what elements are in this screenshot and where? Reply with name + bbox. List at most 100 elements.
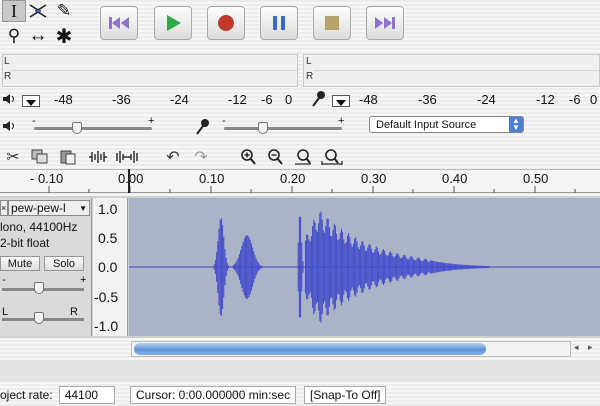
amplitude-tick-label: 1.0 [98, 201, 118, 217]
selection-tool-icon: I [11, 0, 17, 21]
undo-button[interactable]: ↶ [160, 145, 186, 169]
fit-project-icon [321, 149, 343, 165]
cursor-status: Cursor: 0:00.000000 min:sec [130, 386, 297, 404]
amplitude-tick-label: 0.5 [98, 230, 118, 246]
waveform-display[interactable] [129, 198, 600, 336]
record-scale-label: 0 [590, 92, 598, 107]
output-slider-max-label: + [148, 115, 155, 127]
track-menu-arrow-icon: ▼ [79, 203, 87, 213]
track-gain-thumb[interactable] [34, 282, 44, 294]
record-scale-label: -36 [418, 92, 437, 107]
input-volume-thumb[interactable] [258, 122, 268, 134]
record-scale-label: -12 [536, 92, 555, 107]
playback-scale-label: -6 [261, 92, 273, 107]
cut-button[interactable]: ✂ [0, 145, 26, 169]
output-volume-thumb[interactable] [72, 122, 82, 134]
paste-button[interactable] [55, 145, 81, 169]
track-name: pew-pew-l [11, 201, 66, 215]
scrollbar-thumb[interactable] [134, 343, 486, 355]
play-button[interactable] [154, 6, 192, 40]
fit-project-button[interactable] [319, 145, 345, 169]
playback-meter-right-label: R [4, 71, 12, 82]
record-meter-divider [314, 70, 599, 71]
track-info-line2: 2-bit float [0, 236, 50, 250]
playback-scale-label: -48 [54, 92, 73, 107]
scissors-icon: ✂ [6, 149, 20, 166]
playback-meter-divider [11, 70, 297, 71]
skip-to-end-button[interactable] [366, 6, 404, 40]
scroll-right-arrow-icon[interactable]: ▸ [588, 342, 593, 353]
ruler-label: 0.50 [523, 171, 549, 186]
project-rate-field[interactable]: 44100 [58, 386, 115, 404]
playhead-marker[interactable] [128, 169, 130, 193]
track-name-menu[interactable]: pew-pew-l ▼ [8, 200, 90, 216]
record-scale-label: -24 [477, 92, 496, 107]
zoom-out-icon [268, 149, 283, 165]
skip-to-start-button[interactable] [100, 6, 138, 40]
track-close-button[interactable]: × [0, 200, 8, 216]
zoom-tool-button[interactable]: ⚲ [2, 25, 26, 47]
select-arrows-icon: ▲ ▼ [509, 117, 523, 132]
record-meter-menu-button[interactable] [332, 95, 350, 107]
record-meter-left-label: L [306, 56, 312, 67]
track-control-panel[interactable]: × pew-pew-l ▼ lono, 44100Hz 2-bit float … [0, 198, 92, 336]
zoom-in-button[interactable] [235, 145, 261, 169]
stop-button[interactable] [313, 6, 351, 40]
record-meter[interactable]: L R [303, 54, 600, 87]
microphone-icon [312, 91, 325, 107]
draw-tool-button[interactable]: ✎ [52, 0, 76, 22]
copy-button[interactable] [27, 145, 53, 169]
project-rate-area: oject rate: 44100 [0, 386, 115, 404]
solo-button[interactable]: Solo [44, 256, 84, 271]
playback-scale-label: -24 [170, 92, 189, 107]
track-area-divider [0, 360, 600, 382]
input-slider-max-label: + [338, 115, 345, 127]
magnifier-icon: ⚲ [7, 26, 21, 45]
ruler-label: 0.00 [118, 171, 144, 186]
selection-tool-button[interactable]: I [2, 0, 26, 22]
mute-label: Mute [7, 257, 33, 270]
playback-meter-menu-button[interactable] [22, 95, 40, 107]
copy-icon [31, 149, 48, 164]
ruler-label: 0.30 [361, 171, 387, 186]
zoom-out-button[interactable] [262, 145, 288, 169]
snap-to-text[interactable]: [Snap-To Off] [304, 386, 387, 404]
redo-button[interactable]: ↷ [188, 145, 214, 169]
input-volume-slider[interactable] [224, 127, 342, 130]
silence-button[interactable] [114, 145, 140, 169]
input-source-select[interactable]: Default Input Source ▲ ▼ [369, 116, 524, 133]
pause-button[interactable] [260, 6, 298, 40]
undo-icon: ↶ [166, 149, 180, 166]
ruler-label: - 0.10 [30, 171, 64, 186]
ruler-label: 0.10 [199, 171, 225, 186]
playback-meter[interactable]: L R [2, 54, 298, 87]
scroll-left-arrow-icon[interactable]: ◂ [574, 342, 579, 353]
fit-selection-icon [295, 149, 311, 165]
trim-waveform-icon [89, 151, 107, 163]
mute-button[interactable]: Mute [0, 256, 40, 271]
amplitude-tick-label: -0.5 [94, 289, 119, 305]
multi-tool-icon: ✱ [55, 25, 73, 48]
project-rate-label: oject rate: [0, 388, 53, 402]
output-slider-min-label: - [32, 115, 36, 127]
redo-icon: ↷ [194, 149, 208, 166]
input-volume-microphone-icon [196, 119, 209, 135]
fit-selection-button[interactable] [290, 145, 316, 169]
record-button[interactable] [207, 6, 245, 40]
ruler-ticks [48, 186, 576, 193]
dropdown-triangle-icon [336, 100, 346, 106]
envelope-tool-button[interactable] [26, 0, 50, 22]
timeshift-tool-button[interactable]: ↔ [26, 25, 50, 47]
envelope-tool-icon [29, 4, 47, 18]
record-scale-label: -6 [569, 92, 581, 107]
output-volume-icon [3, 121, 14, 131]
input-source-value: Default Input Source [376, 118, 477, 131]
track-pan-thumb[interactable] [34, 312, 44, 324]
multi-tool-button[interactable]: ✱ [52, 25, 76, 48]
zoom-in-icon [241, 149, 256, 165]
trim-button[interactable] [85, 145, 111, 169]
stop-icon [325, 16, 339, 30]
output-volume-slider[interactable] [34, 127, 152, 130]
pan-right-label: R [70, 306, 78, 318]
timeshift-arrows-icon: ↔ [28, 25, 48, 46]
